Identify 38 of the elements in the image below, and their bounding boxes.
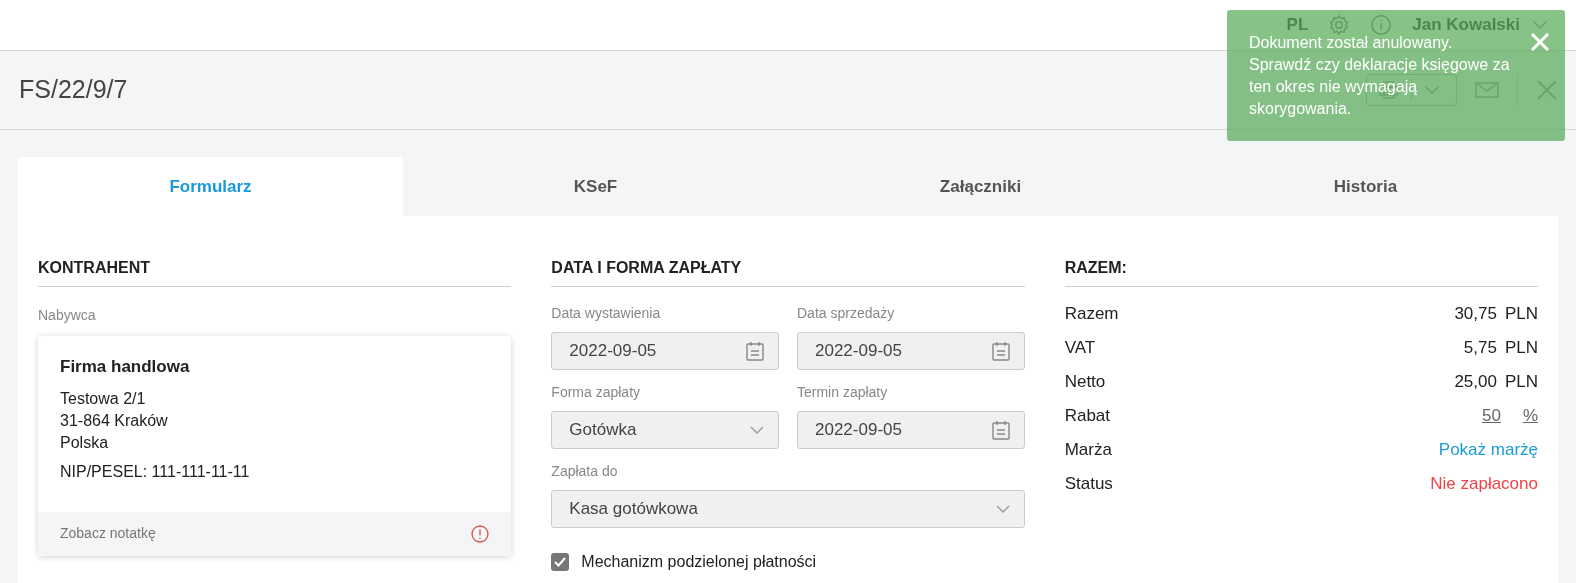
currency-label: PLN	[1504, 337, 1538, 360]
payment-status: Nie zapłacono	[1430, 473, 1538, 496]
checkbox-label: Mechanizm podzielonej płatności	[581, 552, 817, 572]
total-label: Status	[1064, 473, 1113, 496]
address-line: 31-864 Kraków	[60, 410, 169, 431]
field-label: Termin zapłaty	[797, 383, 889, 402]
total-label: Razem	[1064, 303, 1119, 326]
currency-label: PLN	[1504, 371, 1538, 394]
note-link[interactable]: Zobacz notatkę	[60, 523, 156, 544]
field-label: Data wystawienia	[551, 304, 662, 323]
total-label: Netto	[1064, 371, 1106, 394]
close-icon[interactable]	[1531, 33, 1549, 51]
tab[interactable]: Historia	[1173, 157, 1558, 216]
amount-value: 30,75	[1454, 303, 1497, 326]
toast-message: Dokument został anulowany. Sprawdź czy deklaracje księgowe za ten okres nie wymagają skorygowania.	[1249, 33, 1511, 119]
checkbox[interactable]	[551, 553, 570, 571]
tab[interactable]: KSeF	[403, 157, 788, 216]
discount-unit[interactable]: %	[1522, 403, 1538, 429]
tax-id: NIP/PESEL: 111-111-11-11	[60, 461, 251, 482]
currency-label: PLN	[1504, 303, 1538, 326]
section-heading: DATA I FORMA ZAPŁATY	[551, 256, 1025, 287]
amount-value: 5,75	[1463, 337, 1497, 360]
field-label: Forma zapłaty	[551, 383, 642, 402]
field-label: Nabywca	[38, 306, 97, 325]
address-line: Testowa 2/1	[60, 388, 147, 409]
field-label: Zapłata do	[551, 462, 619, 481]
total-label: VAT	[1064, 337, 1096, 360]
contractor-name: Firma handlowa	[60, 356, 191, 378]
discount-value[interactable]: 50	[1481, 403, 1501, 429]
amount-value: 25,00	[1454, 371, 1497, 394]
section-heading: KONTRAHENT	[38, 256, 512, 287]
section-heading: RAZEM:	[1064, 256, 1538, 287]
address-line: Polska	[60, 432, 110, 453]
total-label: Rabat	[1064, 405, 1111, 428]
field-label: Data sprzedaży	[797, 304, 896, 323]
tab[interactable]: Załączniki	[788, 157, 1173, 216]
total-label: Marża	[1064, 439, 1112, 462]
document-title: FS/22/9/7	[19, 74, 128, 106]
